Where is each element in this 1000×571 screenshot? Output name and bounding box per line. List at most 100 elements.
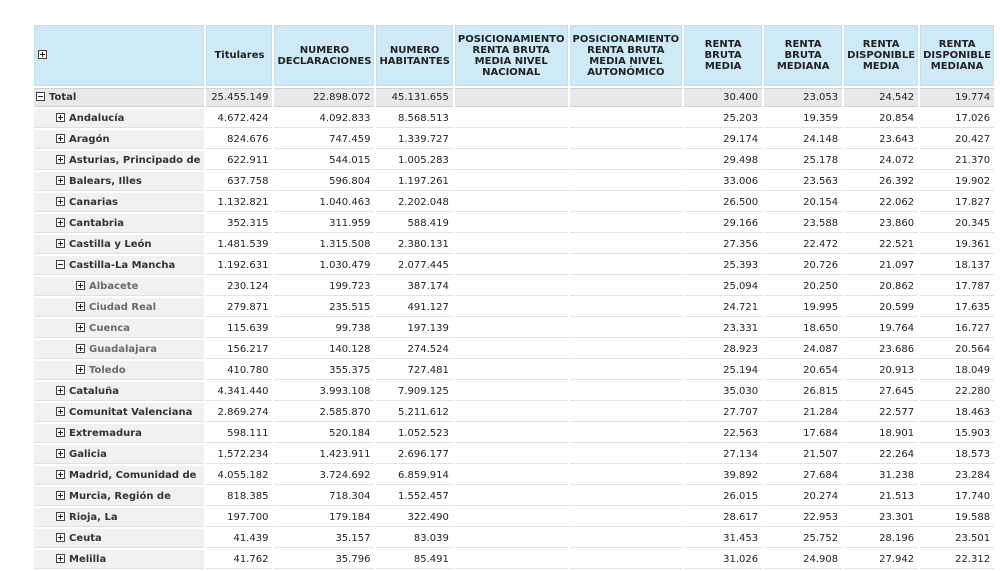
expand-icon[interactable] [56, 175, 65, 185]
value-cell: 1.552.457 [376, 487, 453, 506]
value-cell: 140.128 [274, 340, 375, 359]
value-cell: 20.726 [764, 256, 843, 275]
value-cell: 4.055.182 [206, 466, 273, 485]
value-cell: 3.724.692 [274, 466, 375, 485]
collapse-icon[interactable] [36, 92, 45, 101]
value-cell [569, 403, 683, 422]
value-cell [569, 319, 683, 338]
expand-icon[interactable] [56, 427, 65, 437]
expand-all-header[interactable] [34, 25, 205, 86]
value-cell: 27.707 [684, 403, 763, 422]
value-cell: 17.787 [920, 277, 995, 296]
value-cell: 20.599 [844, 298, 919, 317]
expand-icon[interactable] [56, 406, 65, 416]
value-cell: 25.752 [764, 529, 843, 548]
expand-icon[interactable] [56, 133, 65, 143]
value-cell: 491.127 [376, 298, 453, 317]
row-label: Toledo [89, 364, 126, 376]
row-label-cell: Canarias [34, 193, 205, 212]
value-cell [569, 109, 683, 128]
expand-icon[interactable] [56, 469, 65, 479]
row-label: Aragón [69, 133, 110, 145]
table-row: Madrid, Comunidad de 4.055.182 3.724.692 6.… [34, 466, 995, 485]
row-label-cell: Andalucía [34, 109, 205, 128]
value-cell [569, 256, 683, 275]
value-cell [569, 382, 683, 401]
row-label: Balears, Illes [69, 175, 142, 187]
expand-icon[interactable] [56, 238, 65, 248]
row-label: Galicia [69, 448, 107, 460]
row-label: Comunitat Valenciana [69, 406, 193, 418]
expand-all-icon[interactable] [38, 50, 47, 59]
value-cell: 544.015 [274, 151, 375, 170]
value-cell [454, 277, 568, 296]
value-cell: 16.727 [920, 319, 995, 338]
expand-icon[interactable] [56, 196, 65, 206]
value-cell: 17.827 [920, 193, 995, 212]
expand-icon[interactable] [56, 385, 65, 395]
value-cell: 1.030.479 [274, 256, 375, 275]
value-cell: 33.006 [684, 172, 763, 191]
expand-icon[interactable] [56, 511, 65, 521]
value-cell: 322.490 [376, 508, 453, 527]
expand-icon[interactable] [56, 448, 65, 458]
value-cell: 622.911 [206, 151, 273, 170]
value-cell: 15.903 [920, 424, 995, 443]
value-cell: 31.453 [684, 529, 763, 548]
value-cell: 747.459 [274, 130, 375, 149]
table-row: Galicia 1.572.234 1.423.911 2.696.177 27.134… [34, 445, 995, 464]
row-label: Castilla-La Mancha [69, 259, 176, 271]
value-cell: 596.804 [274, 172, 375, 191]
value-cell: 35.157 [274, 529, 375, 548]
expand-icon[interactable] [56, 217, 65, 227]
value-cell: 26.392 [844, 172, 919, 191]
value-cell: 22.521 [844, 235, 919, 254]
table-row: Extremadura 598.111 520.184 1.052.523 22.563… [34, 424, 995, 443]
value-cell: 18.901 [844, 424, 919, 443]
table-row: Cataluña 4.341.440 3.993.108 7.909.125 35.03… [34, 382, 995, 401]
value-cell: 4.672.424 [206, 109, 273, 128]
column-header: RENTA DISPONIBLE MEDIANA [920, 25, 995, 86]
expand-icon[interactable] [56, 154, 65, 164]
value-cell: 28.196 [844, 529, 919, 548]
column-header: NUMERO DECLARACIONES [274, 25, 375, 86]
expand-icon[interactable] [76, 364, 85, 374]
value-cell: 24.908 [764, 550, 843, 569]
value-cell: 410.780 [206, 361, 273, 380]
value-cell: 23.643 [844, 130, 919, 149]
expand-icon[interactable] [76, 280, 85, 290]
value-cell: 598.111 [206, 424, 273, 443]
expand-icon[interactable] [76, 343, 85, 353]
value-cell: 3.993.108 [274, 382, 375, 401]
value-cell: 17.635 [920, 298, 995, 317]
value-cell [454, 424, 568, 443]
expand-icon[interactable] [56, 490, 65, 500]
value-cell: 25.203 [684, 109, 763, 128]
value-cell [569, 445, 683, 464]
value-cell: 18.137 [920, 256, 995, 275]
value-cell [569, 88, 683, 107]
value-cell: 197.700 [206, 508, 273, 527]
value-cell: 1.423.911 [274, 445, 375, 464]
expand-icon[interactable] [56, 553, 65, 563]
expand-icon[interactable] [76, 322, 85, 332]
value-cell: 727.481 [376, 361, 453, 380]
collapse-icon[interactable] [56, 259, 65, 269]
expand-icon[interactable] [56, 532, 65, 542]
value-cell: 18.573 [920, 445, 995, 464]
row-label: Cataluña [69, 385, 120, 397]
table-row: Total 25.455.149 22.898.072 45.131.655 30.40… [34, 88, 995, 107]
value-cell [569, 193, 683, 212]
expand-icon[interactable] [76, 301, 85, 311]
value-cell: 29.498 [684, 151, 763, 170]
expand-icon[interactable] [56, 112, 65, 122]
value-cell: 23.563 [764, 172, 843, 191]
value-cell: 23.053 [764, 88, 843, 107]
data-table-container: Titulares NUMERO DECLARACIONES NUMERO HABI… [32, 23, 996, 571]
value-cell: 35.796 [274, 550, 375, 569]
value-cell: 7.909.125 [376, 382, 453, 401]
row-label: Total [49, 92, 77, 103]
value-cell: 818.385 [206, 487, 273, 506]
value-cell [569, 340, 683, 359]
value-cell: 19.764 [844, 319, 919, 338]
